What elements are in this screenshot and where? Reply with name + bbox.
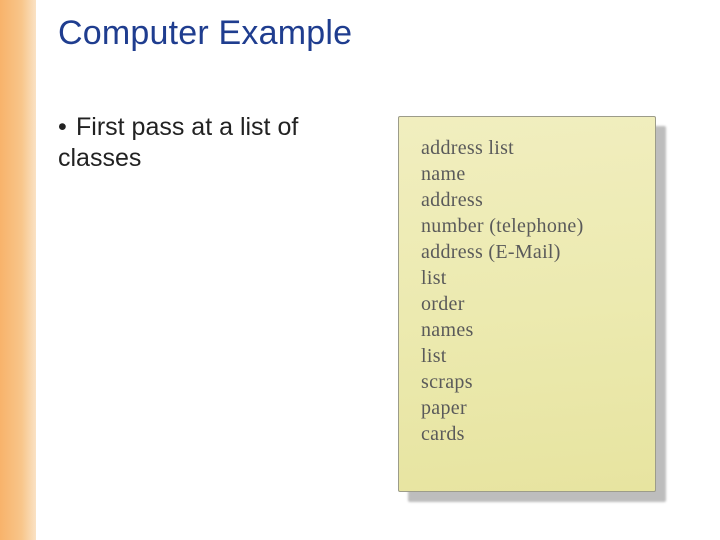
note-line: cards [421,421,639,447]
slide: Computer Example •First pass at a list o… [0,0,720,540]
note-line: names [421,317,639,343]
note-line: address [421,187,639,213]
page-title: Computer Example [58,14,352,53]
bullet-dot: • [58,112,76,143]
note-paper: address list name address number (teleph… [398,116,656,492]
note-line: paper [421,395,639,421]
bullet-item: •First pass at a list of classes [58,112,358,175]
note-line: list [421,343,639,369]
note-line: address (E-Mail) [421,239,639,265]
handwritten-note: address list name address number (teleph… [398,116,668,506]
note-line: number (telephone) [421,213,639,239]
bullet-text: First pass at a list of classes [58,113,298,172]
note-line: list [421,265,639,291]
note-line: scraps [421,369,639,395]
left-accent-bar [0,0,36,540]
note-line: name [421,161,639,187]
note-line: address list [421,135,639,161]
note-line: order [421,291,639,317]
